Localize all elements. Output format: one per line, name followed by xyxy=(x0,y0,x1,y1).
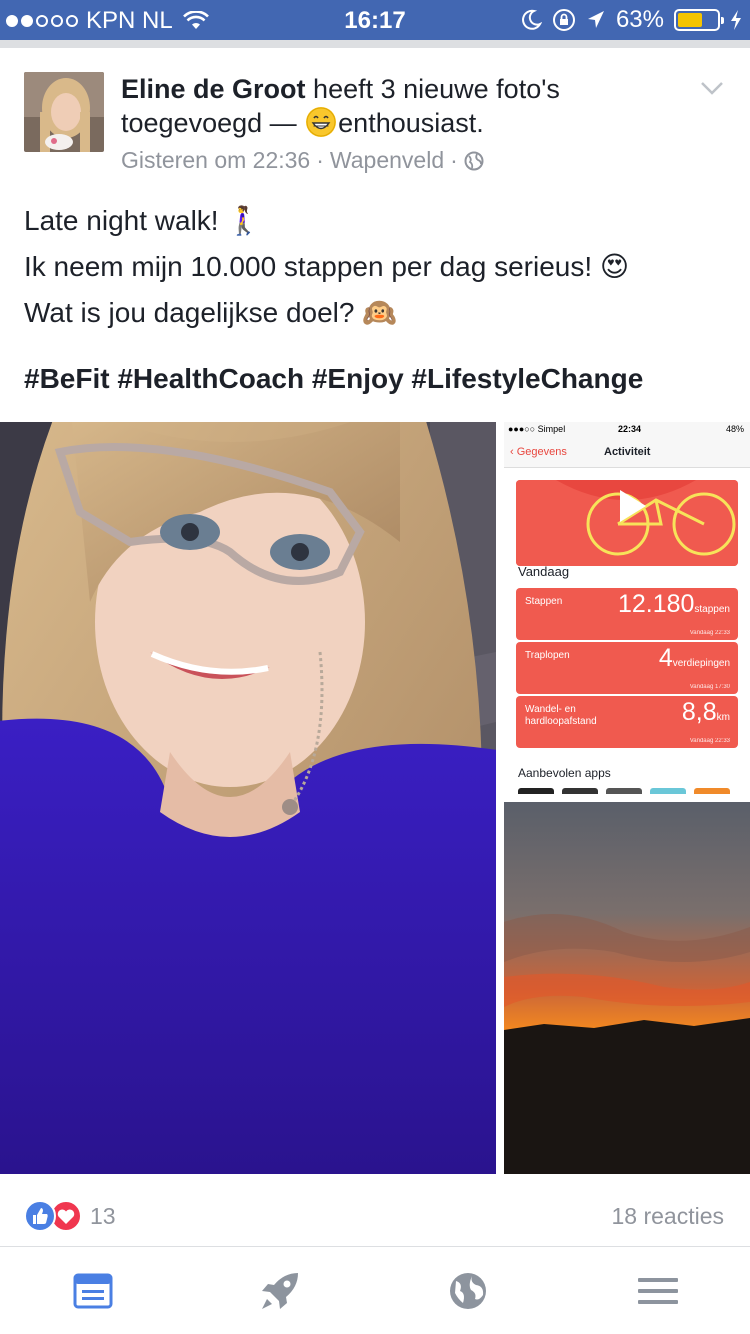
health-section-title: Vandaag xyxy=(518,564,570,579)
battery-percent: 63% xyxy=(615,6,664,33)
health-card-value: 12.180stappen xyxy=(618,590,730,619)
reaction-summary[interactable]: 13 xyxy=(24,1200,116,1232)
health-status-bar: ●●●○○ Simpel 22:34 48% xyxy=(504,422,750,438)
tab-menu[interactable] xyxy=(636,1269,680,1313)
post-feeling: enthousiast. xyxy=(338,108,484,138)
post-text-line: Late night walk! 🚶‍♀️ xyxy=(24,205,262,236)
menu-icon xyxy=(638,1278,678,1304)
stairs-value: 4 xyxy=(658,644,673,672)
health-nav-bar: ‹ Gegevens Activiteit xyxy=(504,438,750,468)
distance-unit: km xyxy=(716,712,730,723)
post-hashtags[interactable]: #BeFit #HealthCoach #Enjoy #LifestyleCha… xyxy=(24,363,643,395)
globe-icon xyxy=(450,1273,486,1309)
comments-count-link[interactable]: 18 reacties xyxy=(611,1203,724,1230)
photo-selfie[interactable] xyxy=(0,422,496,1174)
health-card-label: Wandel- en hardloopafstand xyxy=(525,704,597,727)
health-battery: 48% xyxy=(725,424,744,434)
health-card-timestamp: Vandaag 17:30 xyxy=(689,684,730,690)
location-arrow-icon xyxy=(587,11,604,28)
health-back-button: ‹ Gegevens xyxy=(510,446,567,458)
stairs-unit: verdiepingen xyxy=(672,658,730,669)
health-time: 22:34 xyxy=(618,424,642,434)
health-card-value: 4verdiepingen xyxy=(659,644,730,673)
post-location[interactable]: Wapenveld xyxy=(330,147,444,174)
meta-separator: · xyxy=(316,147,324,173)
health-recommended-apps: Aanbevolen apps xyxy=(518,766,611,780)
health-card-label: Traplopen xyxy=(525,650,570,661)
like-reaction-icon xyxy=(24,1200,56,1232)
tab-explore[interactable] xyxy=(258,1269,302,1313)
steps-value: 12.180 xyxy=(617,590,695,618)
post-meta: Gisteren om 22:36 · Wapenveld · xyxy=(121,147,484,174)
author-avatar[interactable] xyxy=(24,72,104,152)
health-card-stairs: Traplopen 4verdiepingen Vandaag 17:30 xyxy=(516,642,738,694)
feeling-grin-icon xyxy=(306,107,337,137)
rotation-lock-icon xyxy=(552,9,575,31)
photo-health-screenshot[interactable]: ●●●○○ Simpel 22:34 48% ‹ Gegevens Activi… xyxy=(504,422,750,794)
author-name[interactable]: Eline de Groot xyxy=(121,74,306,104)
meta-separator: · xyxy=(450,147,458,173)
post-action-line2: toegevoegd — xyxy=(121,108,297,138)
bottom-tab-bar xyxy=(0,1246,750,1334)
do-not-disturb-icon xyxy=(522,9,542,30)
tab-notifications[interactable] xyxy=(446,1269,490,1313)
health-title: Activiteit xyxy=(604,446,651,458)
health-card-timestamp: Vandaag 22:33 xyxy=(689,630,730,636)
post-text-line: Ik neem mijn 10.000 stappen per dag seri… xyxy=(24,251,630,282)
health-card-timestamp: Vandaag 22:33 xyxy=(689,738,730,744)
post-action: heeft 3 nieuwe foto's xyxy=(313,74,560,104)
post-header-text: Eline de Groot heeft 3 nieuwe foto's toe… xyxy=(121,72,681,140)
health-card-distance: Wandel- en hardloopafstand 8,8km Vandaag… xyxy=(516,696,738,748)
reaction-count: 13 xyxy=(90,1202,116,1229)
tab-news-feed[interactable] xyxy=(71,1269,115,1313)
status-bar: KPN NL 16:17 63% xyxy=(0,0,750,40)
photo-sunset[interactable] xyxy=(504,802,750,1174)
steps-unit: stappen xyxy=(694,604,730,615)
feed-divider xyxy=(0,40,750,48)
health-app-icons xyxy=(518,788,750,794)
post-text: Late night walk! 🚶‍♀️ Ik neem mijn 10.00… xyxy=(24,198,724,336)
rocket-icon xyxy=(262,1273,298,1309)
health-video-banner xyxy=(516,480,738,566)
chevron-down-icon[interactable] xyxy=(700,80,724,96)
charging-bolt-icon xyxy=(731,10,741,30)
post-text-line: Wat is jou dagelijkse doel? 🙉 xyxy=(24,297,398,328)
health-carrier: ●●●○○ Simpel xyxy=(508,424,566,434)
distance-value: 8,8 xyxy=(681,698,717,726)
health-card-value: 8,8km xyxy=(682,698,730,727)
post-timestamp[interactable]: Gisteren om 22:36 xyxy=(121,147,310,174)
public-globe-icon xyxy=(464,151,484,170)
battery-icon xyxy=(674,9,724,31)
health-card-steps: Stappen 12.180stappen Vandaag 22:33 xyxy=(516,588,738,640)
news-feed-icon xyxy=(73,1273,113,1309)
health-card-label: Stappen xyxy=(525,596,563,607)
